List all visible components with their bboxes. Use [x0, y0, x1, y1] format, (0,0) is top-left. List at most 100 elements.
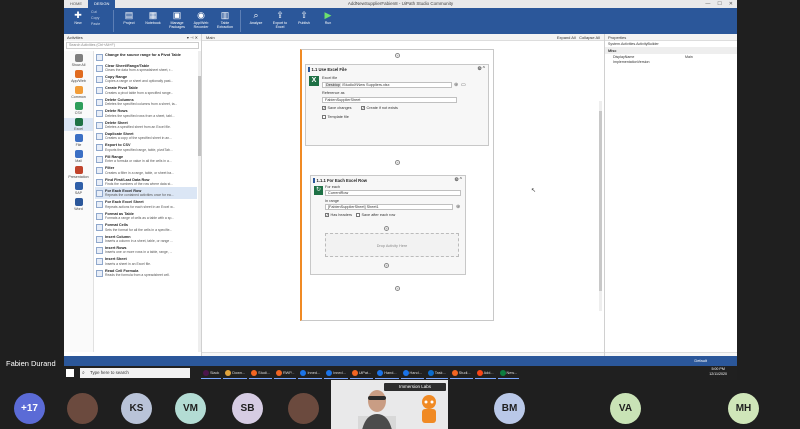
plus-circle-icon[interactable]: ⊕	[456, 204, 460, 210]
participant-avatar[interactable]: VA	[610, 393, 641, 424]
drop-activity-zone[interactable]: Drop Activity Here	[325, 233, 459, 257]
activity-item[interactable]: For Each Excel Sheet Repeats actions for …	[95, 199, 197, 210]
activities-scrollbar[interactable]	[198, 51, 201, 352]
for-each-field[interactable]: CurrentRow	[325, 190, 461, 196]
taskbar-app[interactable]: Hand...	[375, 367, 399, 379]
clock[interactable]: 5:00 PM 12/11/2020	[709, 367, 727, 377]
panel-pin-controls[interactable]: ▾ ⊣ ✕	[187, 35, 198, 40]
in-range-field[interactable]: [FabienSupplierSheet] Sheet1	[325, 204, 453, 210]
taskbar-app[interactable]: Add...	[474, 367, 496, 379]
tab-design[interactable]: DESIGN	[88, 0, 116, 8]
activity-item[interactable]: Copy Range Copies a range or sheet and op…	[95, 73, 197, 84]
taskbar-app[interactable]: New...	[497, 367, 520, 379]
activity-item[interactable]: Export to CSV Exports the specified range…	[95, 142, 197, 153]
participant-avatar[interactable]: +17	[14, 393, 45, 424]
add-activity-icon[interactable]: +	[384, 263, 389, 268]
gear-icon[interactable]: ⚙⌃	[477, 66, 486, 72]
close-button[interactable]: ✕	[729, 0, 733, 8]
activity-item[interactable]: Find First/Last Data Row Finds the number…	[95, 176, 197, 187]
participant-avatar[interactable]: VM	[175, 393, 206, 424]
activity-item[interactable]: Insert Column Inserts a column in a sheet…	[95, 233, 197, 244]
has-headers-checkbox[interactable]: ✓ Has headers	[325, 213, 352, 217]
designer-tab-main[interactable]: Main	[206, 35, 215, 40]
save-changes-checkbox[interactable]: ✓ Save changes	[322, 106, 352, 110]
participant-photo-avatar[interactable]	[67, 393, 98, 424]
project-button[interactable]: ▤ Project	[118, 10, 140, 25]
category-app-web[interactable]: App/Web	[64, 70, 93, 83]
create-if-not-exists-checkbox[interactable]: ✓ Create if not exists	[361, 106, 398, 110]
cut-button[interactable]: Cut	[91, 10, 109, 15]
taskbar-app[interactable]: Studi...	[249, 367, 272, 379]
participant-avatar[interactable]: BM	[494, 393, 525, 424]
tab-home[interactable]: HOME	[64, 0, 88, 8]
taskbar-app[interactable]: Down...	[223, 367, 248, 379]
table-extraction-button[interactable]: ▥ Table Extraction	[214, 10, 236, 29]
taskbar-app[interactable]: RWP...	[274, 367, 297, 379]
expand-all-link[interactable]: Expand All	[557, 35, 576, 40]
participant-avatar[interactable]: SB	[232, 393, 263, 424]
category-word[interactable]: Word	[64, 198, 93, 211]
category-common[interactable]: Common	[64, 86, 93, 99]
taskbar-app[interactable]: Task...	[425, 367, 448, 379]
add-activity-icon[interactable]: +	[395, 160, 400, 165]
reference-field[interactable]: FabienSupplierSheet	[322, 97, 457, 103]
add-activity-icon[interactable]: +	[395, 286, 400, 291]
activity-item[interactable]: Fill Range Enter a formula or value in al…	[95, 153, 197, 164]
category-file[interactable]: File	[64, 134, 93, 147]
activity-item[interactable]: Format Cells Sets the format for all the …	[95, 222, 197, 233]
plus-circle-icon[interactable]: ⊕	[454, 82, 458, 88]
category-csv[interactable]: CSV	[64, 102, 93, 115]
property-row[interactable]: ImplementationVersion	[605, 59, 737, 64]
save-after-each-row-checkbox[interactable]: Save after each row	[356, 213, 395, 217]
new-button[interactable]: ✚ New	[67, 10, 89, 25]
activity-item[interactable]: Read Cell Formula Reads the formula from …	[95, 267, 197, 278]
participant-photo-avatar[interactable]	[288, 393, 319, 424]
activity-item[interactable]: For Each Excel Row Repeats the contained …	[95, 187, 197, 199]
paste-button[interactable]: Paste	[91, 22, 109, 27]
activities-search-input[interactable]: Search Activities (Ctrl+Alt+F)	[66, 42, 199, 49]
taskbar-app[interactable]: Inned...	[324, 367, 348, 379]
presenter-video[interactable]: Immersion Labs	[331, 380, 448, 429]
category-excel[interactable]: Excel	[64, 118, 93, 131]
activity-item[interactable]: Change the source range for a Pivot Tabl…	[95, 51, 197, 62]
participant-avatar[interactable]: KS	[121, 393, 152, 424]
participant-avatar[interactable]: MH	[728, 393, 759, 424]
activity-item[interactable]: Create Pivot Table Creates a pivot table …	[95, 85, 197, 96]
collapse-all-link[interactable]: Collapse All	[579, 35, 600, 40]
status-default[interactable]: Default	[694, 358, 707, 363]
activity-item[interactable]: Delete Sheet Deletes a specified sheet fr…	[95, 119, 197, 130]
activity-item[interactable]: Insert Sheet Inserts a sheet in an Excel …	[95, 256, 197, 267]
notebook-button[interactable]: ▦ Notebook	[142, 10, 164, 25]
run-button[interactable]: ▶ Run	[317, 10, 339, 25]
excel-file-path-field[interactable]: Desktop \StudioX\New Suppliers.xlsx	[322, 82, 452, 88]
template-file-checkbox[interactable]: Template file	[322, 115, 349, 119]
taskbar-app[interactable]: Inned...	[298, 367, 323, 379]
folder-icon[interactable]: ▭	[461, 82, 466, 88]
analyze-button[interactable]: ⌕ Analyze	[245, 10, 267, 25]
activity-item[interactable]: Insert Rows Inserts one or more rows in a…	[95, 245, 197, 256]
windows-start-icon[interactable]	[66, 369, 74, 377]
recorder-button[interactable]: ◉ App/Web Recorder	[190, 10, 212, 29]
export-excel-button[interactable]: ⇪ Export to Excel	[269, 10, 291, 29]
taskbar-app[interactable]: Hand...	[400, 367, 424, 379]
manage-packages-button[interactable]: ▣ Manage Packages	[166, 10, 188, 29]
activity-item[interactable]: Format as Table Formats a range of cells …	[95, 210, 197, 221]
copy-button[interactable]: Copy	[91, 16, 109, 21]
workflow-canvas[interactable]: + 1.1 Use Excel File ⚙⌃ X Excel file Des…	[202, 41, 604, 352]
activity-item[interactable]: Filter Creates a filter in a range, table…	[95, 165, 197, 176]
taskbar-app[interactable]: UiPat...	[349, 367, 374, 379]
designer-scrollbar[interactable]	[599, 101, 602, 311]
maximize-button[interactable]: ☐	[717, 0, 721, 8]
taskbar-app[interactable]: Slack	[201, 367, 222, 379]
activity-item[interactable]: Clear Sheet/Range/Table Clears the data f…	[95, 62, 197, 73]
gear-icon[interactable]: ⚙⌃	[454, 177, 463, 183]
for-each-excel-row-card[interactable]: 1.1.1 For Each Excel Row ⚙⌃ ↻ For each C…	[310, 175, 466, 275]
category-mail[interactable]: Mail	[64, 150, 93, 163]
activity-item[interactable]: Delete Columns Deletes the specified colu…	[95, 96, 197, 107]
minimize-button[interactable]: —	[705, 0, 710, 8]
add-activity-icon[interactable]: +	[384, 226, 389, 231]
taskbar-app[interactable]: Studi...	[449, 367, 473, 379]
taskbar-search-input[interactable]: ⌕ Type here to search	[80, 368, 190, 378]
use-excel-file-card[interactable]: 1.1 Use Excel File ⚙⌃ X Excel file Deskt…	[305, 64, 489, 146]
publish-button[interactable]: ⇧ Publish	[293, 10, 315, 25]
